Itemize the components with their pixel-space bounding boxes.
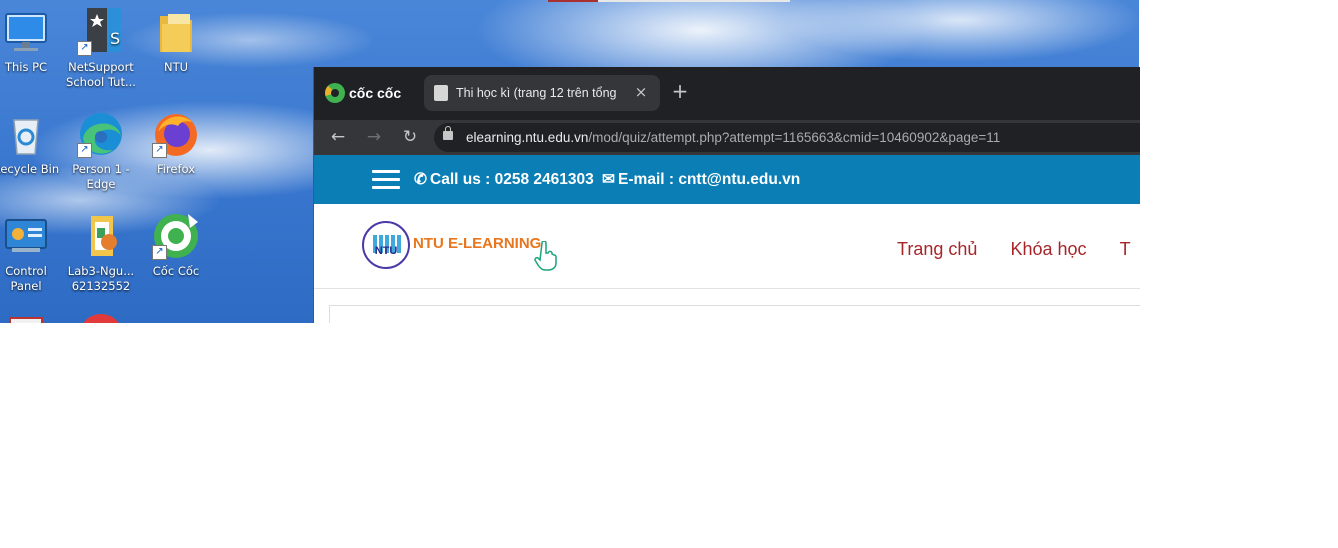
url-path: /mod/quiz/attempt.php?attempt=1165663&cm… (588, 130, 1001, 145)
browser-brand: cốc cốc (349, 85, 402, 101)
computer-icon (2, 8, 50, 56)
reload-icon[interactable]: ↻ (399, 126, 421, 148)
menu-item-home[interactable]: Trang chủ (897, 239, 977, 259)
university-seal-icon: NTU (362, 221, 410, 269)
address-url[interactable]: elearning.ntu.edu.vn/mod/quiz/attempt.ph… (466, 129, 1000, 146)
desktop-icon-label: NetSupport School Tut... (66, 60, 136, 89)
tab-strip: cốc cốc Thi học kì (trang 12 trên tổng ×… (314, 67, 1140, 120)
document-icon (2, 314, 50, 323)
background-window-edge (548, 0, 790, 2)
tab-title: Thi học kì (trang 12 trên tổng (456, 86, 617, 100)
lock-icon[interactable] (443, 126, 453, 140)
netsupport-icon: S ↗ (77, 8, 125, 56)
envelope-icon: ✉ (602, 171, 616, 188)
desktop-icon-netsupport[interactable]: S ↗ NetSupport School Tut... (65, 8, 137, 90)
coccoc-logo-icon (325, 83, 345, 103)
page-favicon-icon (434, 85, 448, 101)
address-bar[interactable]: elearning.ntu.edu.vn/mod/quiz/attempt.ph… (434, 123, 1140, 152)
menu-item-courses[interactable]: Khóa học (1010, 239, 1086, 259)
phone-text: Call us : 0258 2461303 (430, 171, 594, 188)
desktop-icon-label: This PC (4, 60, 48, 74)
tab-close-icon[interactable]: × (632, 83, 650, 101)
edge-icon: ↗ (77, 110, 125, 158)
folder-icon (152, 8, 200, 56)
menu-item-partial[interactable]: T (1120, 239, 1131, 259)
desktop-icon-coccoc[interactable]: ↗ Cốc Cốc (140, 212, 212, 279)
pointer-hand-icon (534, 241, 557, 271)
desktop-icon-edge[interactable]: ↗ Person 1 - Edge (65, 110, 137, 192)
shortcut-arrow-icon: ↗ (152, 143, 167, 158)
new-tab-button[interactable]: + (668, 79, 692, 103)
site-header: NTU NTU E-LEARNING Trang chủ Khóa học T (314, 204, 1140, 289)
site-topbar: ✆ Call us : 0258 2461303 ✉ E-mail : cntt@n… (314, 155, 1140, 204)
desktop-icon-label: Cốc Cốc (152, 264, 200, 278)
svg-text:S: S (110, 29, 120, 48)
url-domain: elearning.ntu.edu.vn (466, 130, 589, 145)
shortcut-arrow-icon: ↗ (77, 143, 92, 158)
app-icon (77, 310, 125, 323)
tab-active[interactable]: Thi học kì (trang 12 trên tổng × (424, 75, 660, 111)
shortcut-arrow-icon: ↗ (77, 41, 92, 56)
page-content: ✆ Call us : 0258 2461303 ✉ E-mail : cntt@n… (314, 155, 1140, 323)
quiz-panel (329, 305, 1140, 323)
back-icon[interactable]: ← (327, 126, 349, 148)
desktop-icon-lab3[interactable]: Lab3-Ngu... 62132552 (65, 212, 137, 294)
recycle-bin-icon (2, 110, 50, 158)
desktop-icon-label: Recycle Bin (0, 162, 60, 176)
main-menu: Trang chủ Khóa học T (897, 239, 1140, 260)
desktop-icon-label: Lab3-Ngu... 62132552 (67, 264, 135, 293)
navigation-bar: ← → ↻ elearning.ntu.edu.vn/mod/quiz/atte… (314, 120, 1140, 155)
firefox-icon: ↗ (152, 110, 200, 158)
desktop-icon-label: NTU (163, 60, 189, 74)
email-text: E-mail : cntt@ntu.edu.vn (618, 171, 801, 188)
desktop-icon-firefox[interactable]: ↗ Firefox (140, 110, 212, 177)
contact-info: ✆ Call us : 0258 2461303 ✉ E-mail : cntt@n… (414, 170, 800, 189)
hamburger-menu-icon[interactable] (372, 170, 400, 190)
phone-icon: ✆ (414, 171, 427, 188)
document-icon (77, 212, 125, 260)
desktop-icon-control-panel[interactable]: Control Panel (0, 212, 62, 294)
browser-logo[interactable]: cốc cốc (325, 81, 401, 105)
desktop-icon-partial[interactable] (0, 314, 62, 323)
control-panel-icon (2, 212, 50, 260)
shortcut-arrow-icon: ↗ (152, 245, 167, 260)
desktop-icon-label: Firefox (156, 162, 196, 176)
site-name: NTU E-LEARNING (413, 235, 542, 252)
desktop-icon-label: Person 1 - Edge (72, 162, 130, 191)
desktop-icon-partial-2[interactable] (65, 310, 137, 323)
site-logo[interactable]: NTU NTU E-LEARNING (362, 221, 562, 273)
desktop-icon-label: Control Panel (5, 264, 47, 293)
desktop-icon-recycle-bin[interactable]: Recycle Bin (0, 110, 62, 177)
desktop-icon-ntu-folder[interactable]: NTU (140, 8, 212, 75)
browser-window: cốc cốc Thi học kì (trang 12 trên tổng ×… (313, 67, 1140, 323)
coccoc-icon: ↗ (152, 212, 200, 260)
desktop-icon-this-pc[interactable]: This PC (0, 8, 62, 75)
forward-icon[interactable]: → (363, 126, 385, 148)
